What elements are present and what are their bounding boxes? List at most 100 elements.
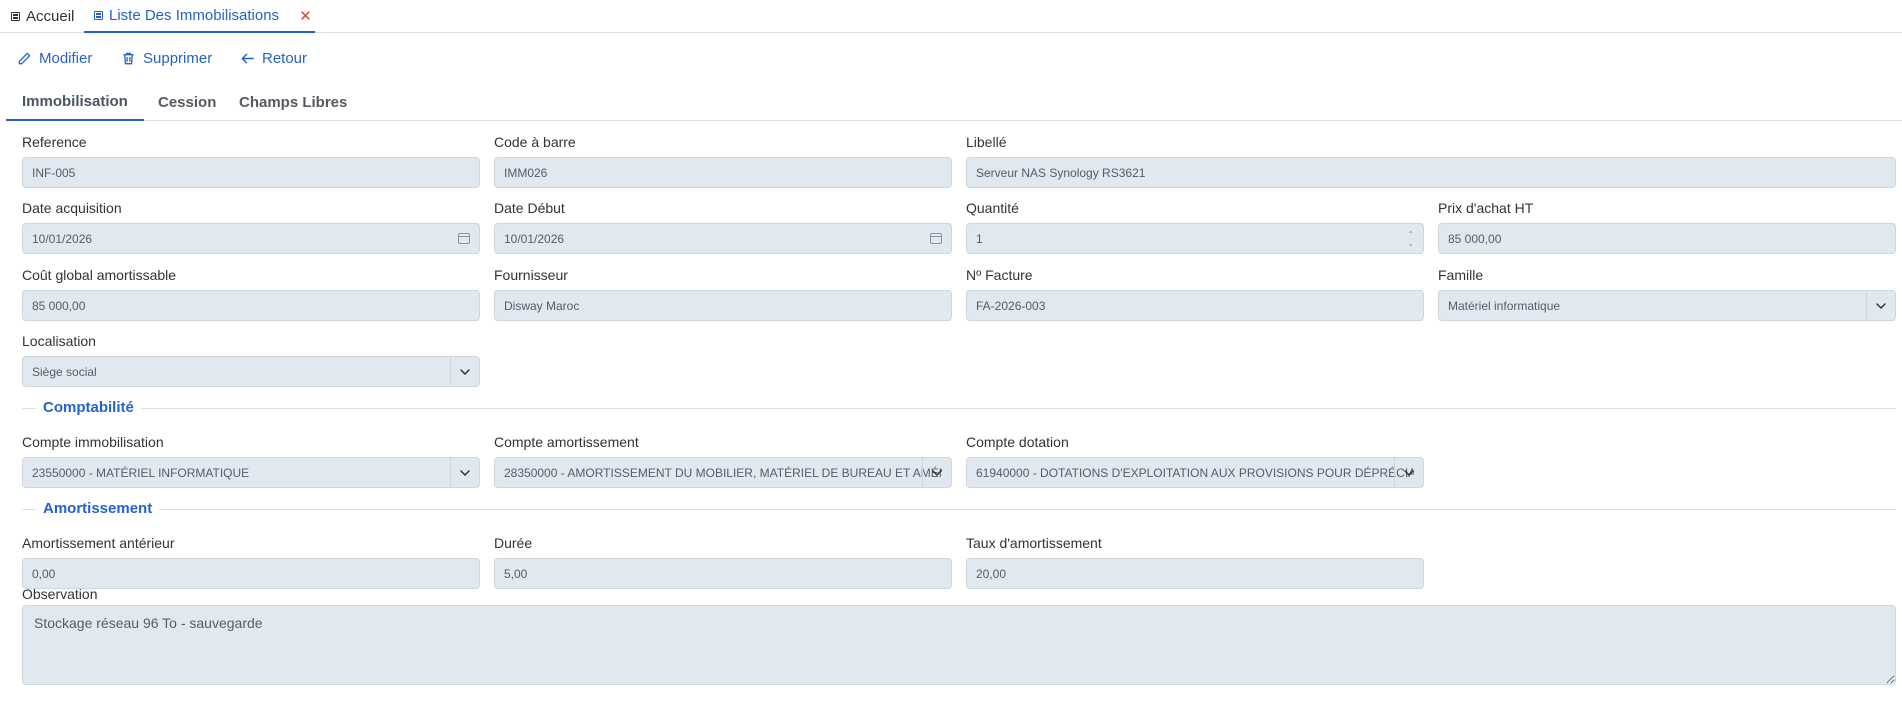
taux-field: Taux d'amortissement 20,00 [966, 535, 1424, 589]
prix-achat-label: Prix d'achat HT [1438, 200, 1534, 216]
chevron-down-icon[interactable]: ⌄ [1407, 239, 1414, 248]
duree-field: Durée 5,00 [494, 535, 952, 589]
compte-amortissement-dropdown-toggle[interactable] [922, 458, 951, 487]
taux-value: 20,00 [976, 566, 1007, 581]
libelle-field: Libellé Serveur NAS Synology RS3621 [966, 134, 1896, 188]
calendar-icon[interactable] [458, 233, 470, 244]
prix-achat-input[interactable]: 85 000,00 [1438, 223, 1896, 254]
cout-global-input[interactable]: 85 000,00 [22, 290, 480, 321]
amortissement-title: Amortissement [36, 500, 160, 517]
cout-global-field: Coût global amortissable 85 000,00 [22, 267, 480, 321]
famille-label: Famille [1438, 267, 1484, 283]
localisation-dropdown-toggle[interactable] [450, 357, 479, 386]
compte-dotation-field: Compte dotation 61940000 - DOTATIONS D'E… [966, 434, 1424, 488]
prix-achat-value: 85 000,00 [1448, 231, 1502, 246]
compte-dotation-value: 61940000 - DOTATIONS D'EXPLOITATION AUX … [976, 465, 1414, 480]
edit-button[interactable]: Modifier [17, 50, 92, 67]
date-acquisition-input[interactable]: 10/01/2026 [22, 223, 480, 254]
compte-amortissement-select[interactable]: 28350000 - AMORTISSEMENT DU MOBILIER, MA… [494, 457, 952, 488]
quantite-label: Quantité [966, 200, 1019, 216]
tab-cession[interactable]: Cession [142, 84, 232, 121]
trash-icon [123, 52, 134, 65]
amortissement-anterieur-input[interactable]: 0,00 [22, 558, 480, 589]
comptabilite-section-header: Comptabilité [22, 399, 1896, 417]
taux-input[interactable]: 20,00 [966, 558, 1424, 589]
tab-home[interactable]: Accueil [11, 0, 74, 33]
section-tabs: Immobilisation Cession Champs Libres [6, 84, 1902, 121]
date-acquisition-field: Date acquisition 10/01/2026 [22, 200, 480, 254]
facture-field: Nº Facture FA-2026-003 [966, 267, 1424, 321]
date-debut-field: Date Début 10/01/2026 [494, 200, 952, 254]
amortissement-anterieur-label: Amortissement antérieur [22, 535, 175, 551]
amortissement-anterieur-field: Amortissement antérieur 0,00 [22, 535, 480, 589]
tab-asset-list-label: Liste Des Immobilisations [109, 7, 280, 24]
quantite-input[interactable]: 1 ⌃ ⌄ [966, 223, 1424, 254]
quantite-value: 1 [976, 231, 983, 246]
observation-label: Observation [22, 586, 98, 602]
calendar-icon[interactable] [930, 233, 942, 244]
duree-label: Durée [494, 535, 533, 551]
facture-label: Nº Facture [966, 267, 1033, 283]
compte-dotation-select[interactable]: 61940000 - DOTATIONS D'EXPLOITATION AUX … [966, 457, 1424, 488]
section-divider [22, 408, 1896, 409]
compte-immobilisation-value: 23550000 - MATÉRIEL INFORMATIQUE [32, 465, 250, 480]
cout-global-value: 85 000,00 [32, 298, 86, 313]
back-label: Retour [262, 50, 308, 67]
fournisseur-label: Fournisseur [494, 267, 568, 283]
compte-immobilisation-field: Compte immobilisation 23550000 - MATÉRIE… [22, 434, 480, 488]
observation-textarea[interactable]: Stockage réseau 96 To - sauvegarde [22, 605, 1896, 685]
date-debut-label: Date Début [494, 200, 565, 216]
duree-input[interactable]: 5,00 [494, 558, 952, 589]
localisation-select[interactable]: Siège social [22, 356, 480, 387]
top-tab-bar: Accueil Liste Des Immobilisations ✕ [0, 0, 1902, 33]
delete-button[interactable]: Supprimer [121, 50, 212, 67]
famille-value: Matériel informatique [1448, 298, 1561, 313]
delete-label: Supprimer [143, 50, 213, 67]
fournisseur-input[interactable]: Disway Maroc [494, 290, 952, 321]
chevron-down-icon [932, 469, 942, 476]
reference-value: INF-005 [32, 165, 76, 180]
back-button[interactable]: Retour [240, 50, 307, 67]
quantity-stepper[interactable]: ⌃ ⌄ [1407, 230, 1414, 248]
tab-champs-libres[interactable]: Champs Libres [223, 84, 363, 121]
cout-global-label: Coût global amortissable [22, 267, 177, 283]
compte-amortissement-label: Compte amortissement [494, 434, 639, 450]
compte-immobilisation-dropdown-toggle[interactable] [450, 458, 479, 487]
reference-input[interactable]: INF-005 [22, 157, 480, 188]
barcode-input[interactable]: IMM026 [494, 157, 952, 188]
chevron-down-icon [1876, 302, 1886, 309]
close-icon[interactable]: ✕ [299, 7, 312, 25]
compte-amortissement-field: Compte amortissement 28350000 - AMORTISS… [494, 434, 952, 488]
taux-label: Taux d'amortissement [966, 535, 1102, 551]
compte-dotation-dropdown-toggle[interactable] [1394, 458, 1423, 487]
amortissement-anterieur-value: 0,00 [32, 566, 56, 581]
amortissement-section-header: Amortissement [22, 500, 1896, 518]
chevron-down-icon [460, 368, 470, 375]
fournisseur-value: Disway Maroc [504, 298, 580, 313]
chevron-down-icon [460, 469, 470, 476]
arrow-left-icon [241, 53, 254, 64]
tab-asset-list[interactable]: Liste Des Immobilisations ✕ [84, 0, 315, 33]
compte-immobilisation-select[interactable]: 23550000 - MATÉRIEL INFORMATIQUE [22, 457, 480, 488]
fournisseur-field: Fournisseur Disway Maroc [494, 267, 952, 321]
date-debut-input[interactable]: 10/01/2026 [494, 223, 952, 254]
famille-dropdown-toggle[interactable] [1866, 291, 1895, 320]
barcode-label: Code à barre [494, 134, 576, 150]
document-icon [94, 11, 103, 20]
libelle-input[interactable]: Serveur NAS Synology RS3621 [966, 157, 1896, 188]
facture-input[interactable]: FA-2026-003 [966, 290, 1424, 321]
libelle-value: Serveur NAS Synology RS3621 [976, 165, 1146, 180]
tab-home-label: Accueil [26, 8, 75, 25]
date-acquisition-value: 10/01/2026 [32, 231, 93, 246]
tab-immobilisation[interactable]: Immobilisation [6, 84, 144, 121]
compte-amortissement-value: 28350000 - AMORTISSEMENT DU MOBILIER, MA… [504, 465, 942, 480]
barcode-field: Code à barre IMM026 [494, 134, 952, 188]
compte-immobilisation-label: Compte immobilisation [22, 434, 164, 450]
chevron-down-icon [1404, 469, 1414, 476]
compte-dotation-label: Compte dotation [966, 434, 1069, 450]
duree-value: 5,00 [504, 566, 528, 581]
chevron-up-icon[interactable]: ⌃ [1407, 230, 1414, 239]
reference-field: Reference INF-005 [22, 134, 480, 188]
quantite-field: Quantité 1 ⌃ ⌄ [966, 200, 1424, 254]
famille-select[interactable]: Matériel informatique [1438, 290, 1896, 321]
